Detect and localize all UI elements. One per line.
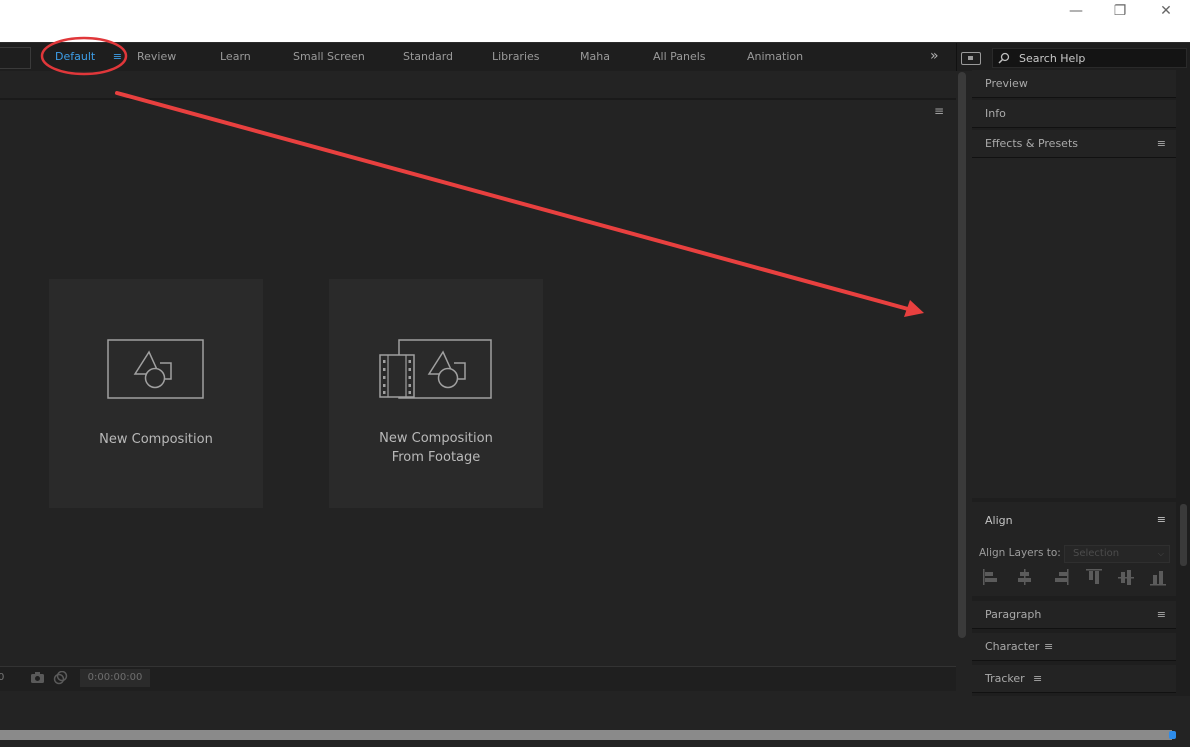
panel-label: Effects & Presets [985, 137, 1078, 150]
panel-tab-paragraph[interactable]: Paragraph ≡ [972, 601, 1176, 629]
card-label: New Composition [99, 432, 213, 447]
workspace-review[interactable]: Review [137, 43, 176, 71]
panel-tab-tracker[interactable]: Tracker ≡ [972, 665, 1176, 693]
align-layers-to-label: Align Layers to: [979, 547, 1061, 559]
workspace-standard[interactable]: Standard [403, 43, 453, 71]
panel-label: Info [985, 107, 1006, 120]
align-to-select[interactable]: Selection ⌵ [1064, 545, 1170, 563]
composition-panel-header [0, 71, 956, 100]
panel-menu-icon[interactable]: ≡ [1157, 130, 1166, 157]
search-help-input[interactable] [1019, 49, 1179, 67]
workspace-default[interactable]: Default ≡ [55, 43, 122, 71]
keyboard-shortcuts-icon[interactable] [961, 52, 981, 65]
effects-presets-area [972, 158, 1176, 498]
workspace-label: Default [55, 50, 96, 63]
workspace-learn[interactable]: Learn [220, 43, 251, 71]
workspace-maha[interactable]: Maha [580, 43, 610, 71]
align-panel: Align ≡ Align Layers to: Selection ⌵ [972, 502, 1176, 596]
card-label-line1: New Composition [379, 431, 493, 446]
panel-menu-icon[interactable]: ≡ [1044, 633, 1053, 660]
timecode-display[interactable]: 0:00:00:00 [80, 669, 150, 687]
composition-from-footage-icon [379, 339, 492, 399]
align-to-value: Selection [1073, 548, 1120, 559]
new-composition-from-footage-button[interactable]: New Composition From Footage [329, 279, 543, 508]
new-composition-button[interactable]: New Composition [49, 279, 263, 508]
snapshot-camera-icon[interactable] [30, 671, 70, 686]
workspace-bar: Default ≡ Review Learn Small Screen Stan… [0, 42, 1190, 71]
card-label-line2: From Footage [391, 450, 481, 465]
search-help-box[interactable] [992, 48, 1187, 68]
panel-menu-icon[interactable]: ≡ [1033, 665, 1042, 692]
panel-menu-icon[interactable]: ≡ [1157, 601, 1166, 628]
home-button[interactable] [0, 47, 31, 69]
panel-tab-effects-presets[interactable]: Effects & Presets ≡ [972, 130, 1176, 158]
timeline-end-handle[interactable] [1169, 731, 1176, 739]
timeline-navigator-bar[interactable] [0, 730, 1176, 740]
align-title: Align [985, 514, 1013, 527]
frame-value: 0 [0, 672, 5, 683]
panel-tab-character[interactable]: Character ≡ [972, 633, 1176, 661]
panel-tab-info[interactable]: Info [972, 100, 1176, 128]
panel-menu-icon[interactable]: ≡ [934, 104, 944, 118]
align-buttons-row [983, 569, 1166, 586]
panel-label: Preview [985, 77, 1028, 90]
vertical-scrollbar[interactable] [958, 72, 966, 638]
panel-label: Paragraph [985, 608, 1042, 621]
composition-footer: 0 0:00:00:00 [0, 666, 956, 691]
panel-label: Character [985, 640, 1040, 653]
panel-label: Tracker [985, 672, 1025, 685]
search-icon [998, 49, 1010, 69]
workspace-libraries[interactable]: Libraries [492, 43, 540, 71]
chevron-down-icon: ⌵ [1157, 549, 1164, 558]
composition-icon [107, 339, 204, 399]
workspace-animation[interactable]: Animation [747, 43, 803, 71]
divider [956, 43, 957, 71]
overflow-chevron-icon[interactable]: » [930, 43, 939, 69]
workspace-small-screen[interactable]: Small Screen [293, 43, 365, 71]
hamburger-menu-icon[interactable]: ≡ [113, 43, 122, 71]
minimize-button[interactable]: — [1053, 0, 1099, 24]
workspace-all-panels[interactable]: All Panels [653, 43, 706, 71]
close-button[interactable]: ✕ [1143, 0, 1189, 24]
restore-button[interactable]: ❐ [1097, 0, 1143, 24]
panel-tab-preview[interactable]: Preview [972, 70, 1176, 98]
window-title-bar: — ❐ ✕ [0, 0, 1190, 42]
align-panel-menu-icon[interactable]: ≡ [1157, 513, 1166, 526]
right-panel-scrollbar[interactable] [1180, 504, 1187, 566]
